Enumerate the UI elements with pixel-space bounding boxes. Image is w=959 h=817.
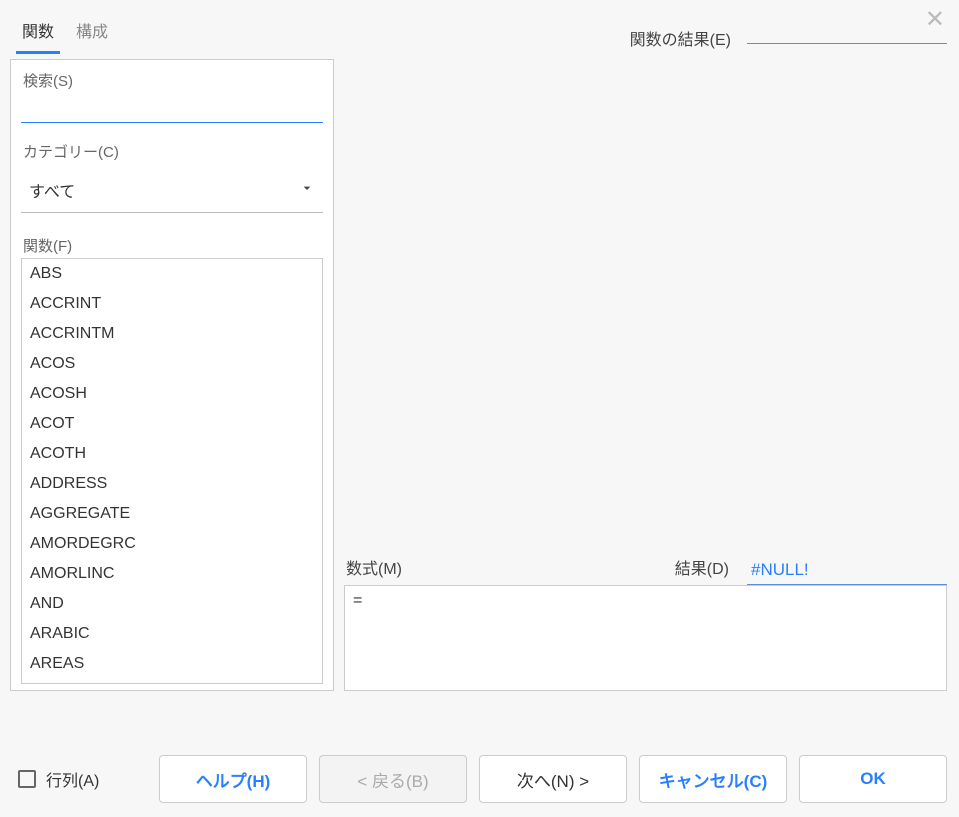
close-icon[interactable]: ✕ bbox=[925, 8, 945, 32]
list-item[interactable]: ABS bbox=[22, 259, 322, 289]
tab-functions[interactable]: 関数 bbox=[22, 18, 54, 52]
list-item[interactable]: AND bbox=[22, 589, 322, 619]
function-result-field bbox=[747, 22, 947, 44]
search-input[interactable] bbox=[21, 93, 323, 123]
list-item[interactable]: ARABIC bbox=[22, 619, 322, 649]
panel-body: 検索(S) カテゴリー(C) すべて 関数(F) ABSACCRINTACCRI… bbox=[10, 59, 334, 691]
list-item[interactable]: ASC bbox=[22, 679, 322, 684]
list-item[interactable]: AMORDEGRC bbox=[22, 529, 322, 559]
matrix-checkbox-wrap[interactable]: 行列(A) bbox=[18, 767, 99, 791]
ok-button[interactable]: OK bbox=[799, 755, 947, 803]
function-list-label: 関数(F) bbox=[23, 235, 323, 256]
tab-structure[interactable]: 構成 bbox=[76, 18, 108, 52]
category-label: カテゴリー(C) bbox=[23, 141, 323, 162]
result-value: #NULL! bbox=[747, 558, 947, 585]
function-list[interactable]: ABSACCRINTACCRINTMACOSACOSHACOTACOTHADDR… bbox=[21, 258, 323, 684]
matrix-checkbox[interactable] bbox=[18, 770, 36, 788]
help-button[interactable]: ヘルプ(H) bbox=[159, 755, 307, 803]
formula-label: 数式(M) bbox=[344, 551, 402, 585]
formula-input[interactable]: = bbox=[344, 585, 947, 691]
category-row: カテゴリー(C) すべて bbox=[21, 141, 323, 231]
description-area bbox=[344, 54, 947, 547]
list-item[interactable]: AMORLINC bbox=[22, 559, 322, 589]
list-item[interactable]: ACCRINTM bbox=[22, 319, 322, 349]
matrix-label: 行列(A) bbox=[46, 767, 99, 791]
tabs: 関数 構成 bbox=[10, 0, 334, 53]
result-label: 結果(D) bbox=[675, 555, 729, 585]
list-item[interactable]: ACOSH bbox=[22, 379, 322, 409]
left-panel: 関数 構成 検索(S) カテゴリー(C) すべて 関数(F) ABSACCRI bbox=[8, 0, 334, 691]
list-item[interactable]: ACOT bbox=[22, 409, 322, 439]
function-wizard-dialog: ✕ 関数 構成 検索(S) カテゴリー(C) すべて bbox=[0, 0, 959, 817]
list-item[interactable]: AGGREGATE bbox=[22, 499, 322, 529]
cancel-button[interactable]: キャンセル(C) bbox=[639, 755, 787, 803]
list-item[interactable]: ACCRINT bbox=[22, 289, 322, 319]
search-label: 検索(S) bbox=[23, 70, 323, 91]
result-wrap: 結果(D) #NULL! bbox=[675, 555, 947, 585]
back-button: < 戻る(B) bbox=[319, 755, 467, 803]
right-panel: 関数の結果(E) 数式(M) 結果(D) #NULL! = bbox=[334, 0, 951, 691]
function-result-row: 関数の結果(E) bbox=[344, 0, 947, 54]
list-item[interactable]: AREAS bbox=[22, 649, 322, 679]
dialog-content: 関数 構成 検索(S) カテゴリー(C) すべて 関数(F) ABSACCRI bbox=[0, 0, 959, 691]
category-select[interactable]: すべて bbox=[21, 168, 323, 213]
category-value: すべて bbox=[21, 168, 323, 212]
formula-header-row: 数式(M) 結果(D) #NULL! bbox=[344, 551, 947, 585]
dialog-footer: 行列(A) ヘルプ(H) < 戻る(B) 次へ(N) > キャンセル(C) OK bbox=[0, 743, 959, 817]
function-result-label: 関数の結果(E) bbox=[630, 22, 731, 54]
list-item[interactable]: ADDRESS bbox=[22, 469, 322, 499]
list-item[interactable]: ACOS bbox=[22, 349, 322, 379]
next-button[interactable]: 次へ(N) > bbox=[479, 755, 627, 803]
list-item[interactable]: ACOTH bbox=[22, 439, 322, 469]
